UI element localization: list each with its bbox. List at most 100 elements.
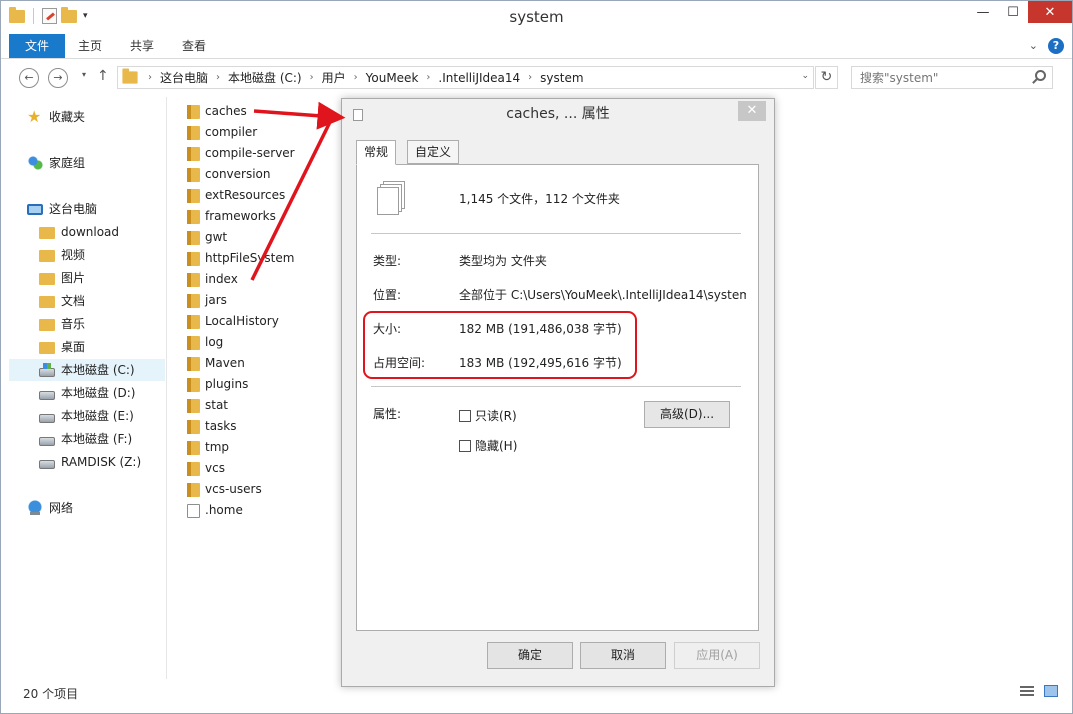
checkbox-box[interactable] (459, 409, 471, 422)
breadcrumb-intellij[interactable]: .IntelliJIdea14 (434, 71, 524, 85)
list-item[interactable]: log (187, 332, 347, 353)
list-item[interactable]: index (187, 269, 347, 290)
folder-icon (187, 251, 200, 266)
folder-icon (187, 419, 200, 434)
file-icon (187, 503, 200, 518)
readonly-checkbox[interactable]: 只读(R) (459, 407, 517, 424)
nav-library-pictures[interactable]: 图片 (39, 267, 85, 289)
list-item[interactable]: extResources (187, 185, 347, 206)
list-item[interactable]: vcs (187, 458, 347, 479)
refresh-button[interactable]: ↻ (815, 66, 838, 89)
chevron-right-icon[interactable]: › (524, 72, 536, 83)
breadcrumb-this-pc[interactable]: 这台电脑 (156, 69, 212, 86)
list-item[interactable]: tasks (187, 416, 347, 437)
list-item[interactable]: tmp (187, 437, 347, 458)
list-item[interactable]: plugins (187, 374, 347, 395)
breadcrumb-youmeek[interactable]: YouMeek (362, 71, 423, 85)
recent-locations-icon[interactable]: ▾ (82, 70, 86, 79)
folder-icon (187, 272, 200, 287)
chevron-right-icon[interactable]: › (350, 72, 362, 83)
list-item[interactable]: httpFileSystem (187, 248, 347, 269)
folder-icon (187, 146, 200, 161)
breadcrumb-drive-c[interactable]: 本地磁盘 (C:) (224, 69, 306, 86)
dialog-close-button[interactable]: ✕ (738, 101, 766, 121)
nav-library-music[interactable]: 音乐 (39, 313, 85, 335)
folder-icon (39, 227, 55, 239)
folder-icon (187, 440, 200, 455)
minimize-button[interactable]: — (968, 1, 998, 23)
ok-button[interactable]: 确定 (487, 642, 573, 669)
list-item[interactable]: gwt (187, 227, 347, 248)
expand-ribbon-icon[interactable]: ⌄ (1029, 39, 1038, 52)
hidden-checkbox[interactable]: 隐藏(H) (459, 437, 517, 454)
tab-share[interactable]: 共享 (116, 34, 168, 58)
chevron-right-icon[interactable]: › (306, 72, 318, 83)
apply-button[interactable]: 应用(A) (674, 642, 760, 669)
tab-general[interactable]: 常规 (356, 140, 397, 165)
chevron-right-icon[interactable]: › (144, 72, 156, 83)
back-button[interactable]: ← (19, 68, 39, 88)
folder-icon (187, 167, 200, 182)
up-button[interactable]: ↑ (97, 68, 109, 84)
search-icon[interactable] (1035, 70, 1046, 81)
list-item[interactable]: compiler (187, 122, 347, 143)
nav-drive-e[interactable]: 本地磁盘 (E:) (39, 405, 134, 427)
list-item[interactable]: vcs-users (187, 479, 347, 500)
chevron-down-icon[interactable]: ⌄ (801, 71, 809, 81)
list-item[interactable]: conversion (187, 164, 347, 185)
nav-favorites[interactable]: ★ 收藏夹 (27, 106, 85, 128)
list-item[interactable]: caches (187, 101, 347, 122)
list-item[interactable]: stat (187, 395, 347, 416)
list-item[interactable]: compile-server (187, 143, 347, 164)
nav-this-pc[interactable]: 这台电脑 (27, 198, 97, 220)
checkbox-box[interactable] (459, 439, 471, 452)
chevron-right-icon[interactable]: › (422, 72, 434, 83)
list-item[interactable]: frameworks (187, 206, 347, 227)
folder-icon (187, 125, 200, 140)
drive-icon (39, 390, 55, 400)
close-button[interactable]: ✕ (1028, 1, 1072, 23)
search-input[interactable] (852, 67, 1032, 88)
nav-drive-c[interactable]: 本地磁盘 (C:) (9, 359, 165, 381)
list-item[interactable]: Maven (187, 353, 347, 374)
address-bar[interactable]: › 这台电脑 › 本地磁盘 (C:) › 用户 › YouMeek › .Int… (117, 66, 814, 89)
breadcrumb-system[interactable]: system (536, 71, 587, 85)
nav-library-videos[interactable]: 视频 (39, 244, 85, 266)
tab-home[interactable]: 主页 (64, 34, 116, 58)
general-tab-panel: 1,145 个文件，112 个文件夹 类型: 类型均为 文件夹 位置: 全部位于… (356, 164, 759, 631)
nav-drive-f[interactable]: 本地磁盘 (F:) (39, 428, 132, 450)
item-count: 20 个项目 (23, 687, 79, 701)
tab-view[interactable]: 查看 (168, 34, 220, 58)
search-box[interactable] (851, 66, 1053, 89)
nav-drive-z[interactable]: RAMDISK (Z:) (39, 451, 141, 473)
nav-homegroup[interactable]: 家庭组 (27, 152, 85, 174)
folder-icon (187, 230, 200, 245)
help-icon[interactable]: ? (1048, 38, 1064, 54)
tab-file[interactable]: 文件 (9, 34, 66, 58)
window-title: system (509, 8, 564, 26)
nav-label: 本地磁盘 (E:) (61, 409, 134, 423)
nav-library-documents[interactable]: 文档 (39, 290, 85, 312)
cancel-button[interactable]: 取消 (580, 642, 666, 669)
nav-network[interactable]: 网络 (27, 497, 73, 519)
type-value: 类型均为 文件夹 (459, 254, 547, 268)
selection-summary: 1,145 个文件，112 个文件夹 (459, 192, 620, 206)
video-folder-icon (39, 250, 55, 262)
nav-library-download[interactable]: download (39, 221, 119, 243)
folder-icon (187, 356, 200, 371)
advanced-button[interactable]: 高级(D)... (644, 401, 730, 428)
breadcrumb-users[interactable]: 用户 (318, 69, 350, 86)
nav-library-desktop[interactable]: 桌面 (39, 336, 85, 358)
tab-customize[interactable]: 自定义 (407, 140, 460, 164)
list-item[interactable]: jars (187, 290, 347, 311)
homegroup-icon (27, 155, 43, 171)
chevron-right-icon[interactable]: › (212, 72, 224, 83)
navigation-pane: ★ 收藏夹 家庭组 这台电脑 download 视频 图片 文档 音乐 桌面 本… (9, 97, 167, 679)
forward-button[interactable]: → (48, 68, 68, 88)
details-view-icon[interactable] (1020, 686, 1034, 698)
nav-drive-d[interactable]: 本地磁盘 (D:) (39, 382, 135, 404)
list-item[interactable]: .home (187, 500, 347, 521)
list-item[interactable]: LocalHistory (187, 311, 347, 332)
maximize-button[interactable]: ☐ (998, 1, 1028, 23)
large-icons-view-icon[interactable] (1044, 685, 1058, 697)
